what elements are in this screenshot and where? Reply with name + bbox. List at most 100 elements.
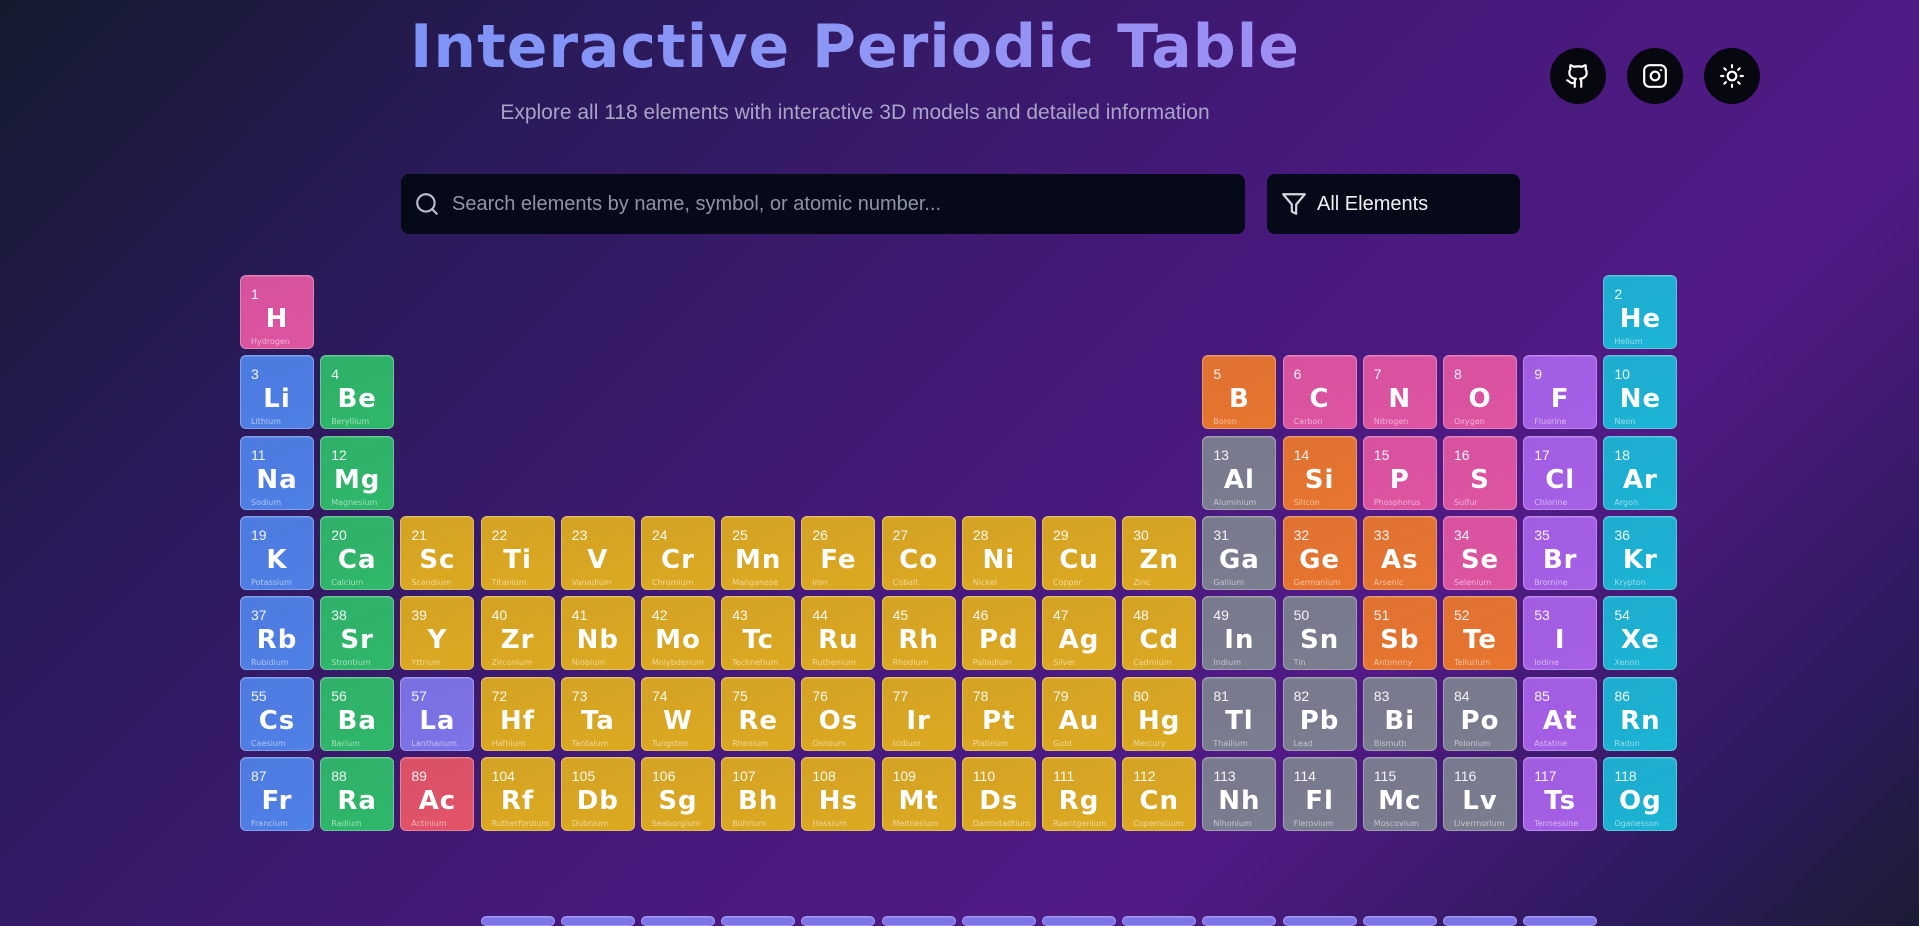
github-button[interactable] [1550,48,1606,104]
element-tile-fe[interactable]: 26 Fe Iron [801,515,876,590]
lanthanide-tile[interactable] [1202,916,1277,926]
element-tile-se[interactable]: 34 Se Selenium [1443,515,1517,590]
element-tile-ac[interactable]: 89 Ac Actinium [400,756,475,831]
element-tile-nh[interactable]: 113 Nh Nihonium [1202,756,1277,831]
instagram-button[interactable] [1627,48,1683,104]
element-tile-mn[interactable]: 25 Mn Manganese [721,515,796,590]
element-tile-ne[interactable]: 10 Ne Neon [1603,355,1678,430]
element-tile-li[interactable]: 3 Li Lithium [240,355,314,430]
element-tile-ta[interactable]: 73 Ta Tantalum [560,676,635,751]
element-tile-ru[interactable]: 44 Ru Ruthenium [801,596,876,671]
element-tile-os[interactable]: 76 Os Osmium [801,676,876,751]
lanthanide-tile[interactable] [881,916,956,926]
lanthanide-tile[interactable] [1443,916,1517,926]
element-tile-co[interactable]: 27 Co Cobalt [881,515,956,590]
element-tile-rn[interactable]: 86 Rn Radon [1603,676,1678,751]
element-tile-mg[interactable]: 12 Mg Magnesium [320,435,395,510]
element-tile-s[interactable]: 16 S Sulfur [1443,435,1517,510]
element-tile-as[interactable]: 33 As Arsenic [1362,515,1437,590]
element-tile-te[interactable]: 52 Te Tellurium [1443,596,1517,671]
element-tile-n[interactable]: 7 N Nitrogen [1362,355,1437,430]
theme-toggle-button[interactable] [1704,48,1760,104]
element-tile-i[interactable]: 53 I Iodine [1523,596,1598,671]
element-tile-cn[interactable]: 112 Cn Copernicium [1122,756,1197,831]
lanthanide-tile[interactable] [1362,916,1437,926]
element-tile-mt[interactable]: 109 Mt Meitnerium [881,756,956,831]
element-tile-sc[interactable]: 21 Sc Scandium [400,515,475,590]
lanthanide-tile[interactable] [641,916,715,926]
element-tile-ar[interactable]: 18 Ar Argon [1603,435,1678,510]
element-tile-h[interactable]: 1 H Hydrogen [240,275,314,349]
element-tile-nb[interactable]: 41 Nb Niobium [560,596,635,671]
element-tile-hs[interactable]: 108 Hs Hassium [801,756,876,831]
lanthanide-tile[interactable] [961,916,1036,926]
element-tile-o[interactable]: 8 O Oxygen [1443,355,1517,430]
element-tile-c[interactable]: 6 C Carbon [1282,355,1357,430]
element-tile-ba[interactable]: 56 Ba Barium [320,676,395,751]
lanthanide-tile[interactable] [721,916,796,926]
element-tile-sg[interactable]: 106 Sg Seaborgium [641,756,715,831]
lanthanide-tile[interactable] [560,916,635,926]
element-tile-db[interactable]: 105 Db Dubnium [560,756,635,831]
lanthanide-tile[interactable] [1523,916,1598,926]
category-filter-select[interactable]: All Elements [1267,174,1520,234]
element-tile-rf[interactable]: 104 Rf Rutherfordium [480,756,555,831]
element-tile-po[interactable]: 84 Po Polonium [1443,676,1517,751]
element-tile-he[interactable]: 2 He Helium [1603,275,1678,349]
element-tile-k[interactable]: 19 K Potassium [240,515,314,590]
element-tile-fr[interactable]: 87 Fr Francium [240,756,314,831]
element-tile-sb[interactable]: 51 Sb Antimony [1362,596,1437,671]
element-tile-ag[interactable]: 47 Ag Silver [1042,596,1116,671]
lanthanide-tile[interactable] [480,916,555,926]
element-tile-ni[interactable]: 28 Ni Nickel [961,515,1036,590]
element-tile-al[interactable]: 13 Al Aluminium [1202,435,1277,510]
element-tile-cs[interactable]: 55 Cs Caesium [240,676,314,751]
element-tile-mc[interactable]: 115 Mc Moscovium [1362,756,1437,831]
element-tile-lv[interactable]: 116 Lv Livermorium [1443,756,1517,831]
element-tile-y[interactable]: 39 Y Yttrium [400,596,475,671]
element-tile-be[interactable]: 4 Be Beryllium [320,355,395,430]
element-tile-bi[interactable]: 83 Bi Bismuth [1362,676,1437,751]
lanthanide-tile[interactable] [801,916,876,926]
element-tile-p[interactable]: 15 P Phosphorus [1362,435,1437,510]
element-tile-cl[interactable]: 17 Cl Chlorine [1523,435,1598,510]
element-tile-au[interactable]: 79 Au Gold [1042,676,1116,751]
element-tile-pd[interactable]: 46 Pd Palladium [961,596,1036,671]
element-tile-f[interactable]: 9 F Fluorine [1523,355,1598,430]
element-tile-tl[interactable]: 81 Tl Thallium [1202,676,1277,751]
element-tile-mo[interactable]: 42 Mo Molybdenum [641,596,715,671]
lanthanide-tile[interactable] [1122,916,1197,926]
element-tile-rg[interactable]: 111 Rg Roentgenium [1042,756,1116,831]
element-tile-sn[interactable]: 50 Sn Tin [1282,596,1357,671]
element-tile-pb[interactable]: 82 Pb Lead [1282,676,1357,751]
element-tile-w[interactable]: 74 W Tungsten [641,676,715,751]
search-bar[interactable] [401,174,1245,234]
element-tile-bh[interactable]: 107 Bh Bohrium [721,756,796,831]
element-tile-br[interactable]: 35 Br Bromine [1523,515,1598,590]
element-tile-cu[interactable]: 29 Cu Copper [1042,515,1116,590]
element-tile-in[interactable]: 49 In Indium [1202,596,1277,671]
element-tile-cd[interactable]: 48 Cd Cadmium [1122,596,1197,671]
element-tile-ti[interactable]: 22 Ti Titanium [480,515,555,590]
element-tile-kr[interactable]: 36 Kr Krypton [1603,515,1678,590]
element-tile-si[interactable]: 14 Si Silicon [1282,435,1357,510]
lanthanide-tile[interactable] [1042,916,1116,926]
element-tile-pt[interactable]: 78 Pt Platinum [961,676,1036,751]
element-tile-ge[interactable]: 32 Ge Germanium [1282,515,1357,590]
element-tile-na[interactable]: 11 Na Sodium [240,435,314,510]
element-tile-ga[interactable]: 31 Ga Gallium [1202,515,1277,590]
element-tile-xe[interactable]: 54 Xe Xenon [1603,596,1678,671]
element-tile-tc[interactable]: 43 Tc Technetium [721,596,796,671]
lanthanide-tile[interactable] [1282,916,1357,926]
element-tile-zn[interactable]: 30 Zn Zinc [1122,515,1197,590]
element-tile-b[interactable]: 5 B Boron [1202,355,1277,430]
search-input[interactable] [450,191,1245,217]
element-tile-rh[interactable]: 45 Rh Rhodium [881,596,956,671]
element-tile-fl[interactable]: 114 Fl Flerovium [1282,756,1357,831]
element-tile-re[interactable]: 75 Re Rhenium [721,676,796,751]
element-tile-ds[interactable]: 110 Ds Darmstadtium [961,756,1036,831]
element-tile-ir[interactable]: 77 Ir Iridium [881,676,956,751]
element-tile-cr[interactable]: 24 Cr Chromium [641,515,715,590]
element-tile-hf[interactable]: 72 Hf Hafnium [480,676,555,751]
element-tile-sr[interactable]: 38 Sr Strontium [320,596,395,671]
